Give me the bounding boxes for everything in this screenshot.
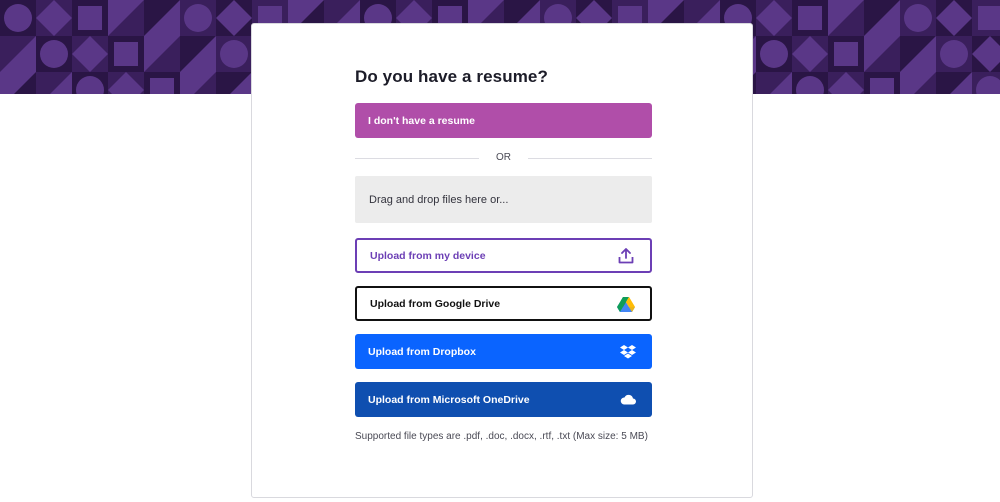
resume-card: Do you have a resume? I don't have a res… [251, 23, 753, 498]
upload-from-dropbox-label: Upload from Dropbox [368, 345, 476, 358]
dropbox-icon [618, 342, 638, 362]
upload-from-onedrive-button[interactable]: Upload from Microsoft OneDrive [355, 382, 652, 417]
no-resume-button[interactable]: I don't have a resume [355, 103, 652, 138]
page-title: Do you have a resume? [355, 67, 548, 86]
file-dropzone[interactable]: Drag and drop files here or... [355, 176, 652, 223]
upload-from-dropbox-button[interactable]: Upload from Dropbox [355, 334, 652, 369]
supported-file-types-note: Supported file types are .pdf, .doc, .do… [355, 431, 648, 442]
upload-from-onedrive-label: Upload from Microsoft OneDrive [368, 393, 530, 406]
upload-from-device-button[interactable]: Upload from my device [355, 238, 652, 273]
upload-from-google-drive-button[interactable]: Upload from Google Drive [355, 286, 652, 321]
upload-from-google-drive-label: Upload from Google Drive [370, 297, 501, 310]
no-resume-label: I don't have a resume [368, 114, 475, 127]
onedrive-cloud-icon [618, 390, 638, 410]
or-divider: OR [355, 151, 652, 165]
divider-line-right [528, 158, 652, 159]
upload-from-device-label: Upload from my device [370, 249, 486, 262]
google-drive-icon [616, 294, 636, 314]
upload-icon [616, 246, 636, 266]
dropzone-text: Drag and drop files here or... [369, 193, 509, 206]
